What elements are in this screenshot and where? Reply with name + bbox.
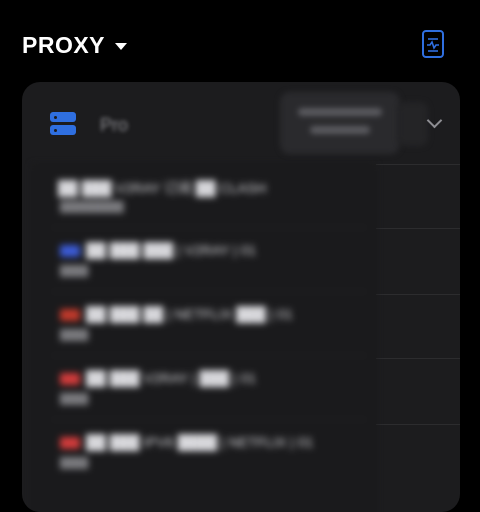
caret-down-icon xyxy=(115,43,128,50)
proxy-name: ██ ███ V2RAY | ███ | 01 xyxy=(86,370,257,386)
proxy-type: ████ xyxy=(60,266,89,277)
proxy-type: ████ xyxy=(60,330,89,341)
divider xyxy=(376,294,460,295)
divider xyxy=(376,358,460,359)
divider xyxy=(376,228,460,229)
proxy-name: ██ ███ ███ | V2RAY | 01 xyxy=(86,242,257,258)
proxy-item[interactable]: ██ ███ V2RAY 订阅 ██ CLASH █████████ xyxy=(32,164,376,228)
proxy-type: ████ xyxy=(60,458,89,469)
group-header[interactable]: Pro xyxy=(22,82,460,164)
flag-icon xyxy=(60,309,80,321)
proxy-item[interactable]: ██ ███ ███ | V2RAY | 01 ████ xyxy=(32,228,376,292)
mode-selector[interactable]: PROXY xyxy=(22,32,128,59)
divider xyxy=(376,424,460,425)
activity-log-icon xyxy=(427,38,439,52)
top-bar: PROXY xyxy=(22,30,458,64)
page-title: PROXY xyxy=(22,32,106,58)
proxy-item[interactable]: ██ ███ ██ | NETFLIX ███ | 01 ████ xyxy=(32,292,376,356)
divider xyxy=(376,164,460,165)
proxy-dropdown-list: ██ ███ V2RAY 订阅 ██ CLASH █████████ ██ ██… xyxy=(32,164,376,512)
chevron-down-icon[interactable] xyxy=(426,112,443,129)
flag-icon xyxy=(60,245,80,257)
proxy-item[interactable]: ██ ███ IPV6 ████ | NETFLIX | 01 ████ xyxy=(32,420,376,484)
log-button[interactable] xyxy=(422,30,444,58)
latency-badge xyxy=(398,102,428,146)
proxy-item[interactable]: ██ ███ V2RAY | ███ | 01 ████ xyxy=(32,356,376,420)
proxy-name: ██ ███ IPV6 ████ | NETFLIX | 01 xyxy=(86,434,314,450)
proxy-type: █████████ xyxy=(60,202,124,213)
group-name: Pro xyxy=(100,115,129,135)
server-icon xyxy=(50,112,76,136)
proxy-group-card: Pro ██ ███ V2RAY 订阅 ██ CLASH █████████ █… xyxy=(22,82,460,512)
proxy-name: ██ ███ ██ | NETFLIX ███ | 01 xyxy=(86,306,293,322)
flag-icon xyxy=(60,373,80,385)
selected-proxy-box[interactable] xyxy=(280,92,400,154)
flag-icon xyxy=(60,437,80,449)
proxy-type: ████ xyxy=(60,394,89,405)
proxy-name: ██ ███ V2RAY 订阅 ██ CLASH xyxy=(58,180,267,196)
